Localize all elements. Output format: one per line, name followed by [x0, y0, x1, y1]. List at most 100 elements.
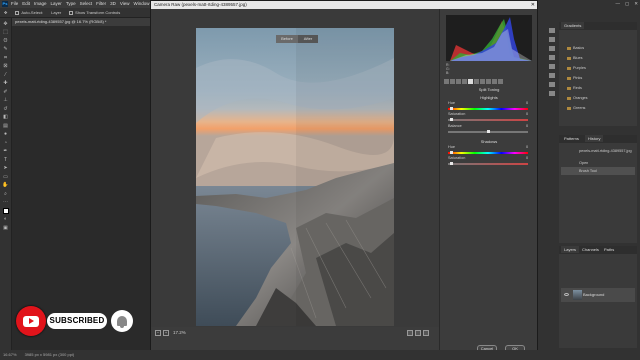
tab-channels[interactable]: Channels: [579, 246, 602, 253]
tab-paths[interactable]: Paths: [601, 246, 617, 253]
youtube-play-icon[interactable]: [16, 306, 46, 336]
slider-thumb[interactable]: [449, 151, 453, 154]
presets-icon[interactable]: [492, 79, 497, 84]
before-toggle[interactable]: Before: [276, 35, 298, 43]
hl-hue-value[interactable]: 0: [526, 101, 528, 105]
pen-tool-icon[interactable]: ✒: [2, 148, 10, 154]
lasso-tool-icon[interactable]: ʘ: [2, 38, 10, 44]
sh-sat-slider[interactable]: [448, 162, 528, 165]
close-icon[interactable]: ✕: [531, 1, 535, 9]
gradient-folder[interactable]: Reds: [567, 86, 582, 90]
crop-tool-icon[interactable]: ⌗: [2, 55, 10, 61]
panel-icon[interactable]: [549, 91, 555, 96]
balance-slider[interactable]: [448, 130, 528, 133]
basic-panel-icon[interactable]: [444, 79, 449, 84]
move-tool-icon[interactable]: ✥: [2, 21, 10, 27]
panel-icon[interactable]: [549, 28, 555, 33]
dodge-tool-icon[interactable]: ◔: [2, 140, 10, 146]
history-brush-tool-icon[interactable]: ↺: [2, 106, 10, 112]
blur-tool-icon[interactable]: ●: [2, 131, 10, 137]
subscribed-button[interactable]: SUBSCRIBED: [47, 313, 107, 329]
auto-select-checkbox[interactable]: Auto-Select:: [15, 8, 43, 17]
gradient-folder[interactable]: Blues: [567, 56, 583, 60]
history-state[interactable]: Open: [561, 159, 635, 167]
minimize-icon[interactable]: —: [615, 1, 620, 7]
balance-value[interactable]: 0: [526, 124, 528, 128]
close-icon[interactable]: ✕: [634, 1, 638, 7]
menu-edit[interactable]: Edit: [22, 0, 30, 8]
hsl-icon[interactable]: [462, 79, 467, 84]
lens-corrections-icon[interactable]: [474, 79, 479, 84]
panel-icon[interactable]: [549, 46, 555, 51]
gradient-folder[interactable]: Pinks: [567, 76, 582, 80]
slider-thumb[interactable]: [449, 107, 453, 110]
gradient-folder[interactable]: Basics: [567, 46, 584, 50]
slider-thumb[interactable]: [449, 118, 453, 121]
gradient-folder[interactable]: Purples: [567, 66, 586, 70]
clone-stamp-tool-icon[interactable]: ⊥: [2, 97, 10, 103]
zoom-tool-icon[interactable]: ⌕: [2, 191, 10, 197]
zoom-status[interactable]: 16.67%: [3, 350, 17, 360]
maximize-icon[interactable]: ▢: [625, 1, 629, 7]
type-tool-icon[interactable]: T: [2, 157, 10, 163]
menu-window[interactable]: Window: [134, 0, 150, 8]
zoom-out-icon[interactable]: −: [155, 330, 161, 336]
frame-tool-icon[interactable]: ⊠: [2, 63, 10, 69]
menu-file[interactable]: File: [11, 0, 18, 8]
quick-select-tool-icon[interactable]: ✎: [2, 46, 10, 52]
panel-icon[interactable]: [549, 37, 555, 42]
screen-mode-icon[interactable]: ▣: [2, 225, 10, 231]
sh-sat-value[interactable]: 0: [526, 156, 528, 160]
menu-filter[interactable]: Filter: [96, 0, 106, 8]
snapshots-icon[interactable]: [498, 79, 503, 84]
brush-tool-icon[interactable]: ✐: [2, 89, 10, 95]
bell-icon[interactable]: [111, 310, 133, 332]
gradient-folder[interactable]: Oranges: [567, 96, 588, 100]
hand-tool-icon[interactable]: ✋: [2, 182, 10, 188]
menu-view[interactable]: View: [120, 0, 130, 8]
zoom-value[interactable]: 17.2%: [173, 328, 186, 338]
before-after-icon[interactable]: [415, 330, 421, 336]
eye-icon[interactable]: [564, 293, 569, 296]
after-toggle[interactable]: After: [298, 35, 318, 43]
hl-sat-value[interactable]: 0: [526, 112, 528, 116]
calibration-icon[interactable]: [486, 79, 491, 84]
tab-history[interactable]: History: [585, 135, 604, 142]
quick-mask-icon[interactable]: ◐: [2, 216, 10, 222]
sh-hue-slider[interactable]: [448, 151, 528, 154]
tone-curve-icon[interactable]: [450, 79, 455, 84]
hl-sat-slider[interactable]: [448, 118, 528, 121]
tab-patterns[interactable]: Patterns: [561, 135, 582, 142]
detail-icon[interactable]: [456, 79, 461, 84]
slider-thumb[interactable]: [449, 162, 453, 165]
layer-row[interactable]: Background: [561, 288, 635, 302]
hl-hue-slider[interactable]: [448, 107, 528, 110]
sh-hue-value[interactable]: 0: [526, 145, 528, 149]
healing-brush-tool-icon[interactable]: ✚: [2, 80, 10, 86]
eraser-tool-icon[interactable]: ◧: [2, 114, 10, 120]
split-toning-icon[interactable]: [468, 79, 473, 84]
menu-type[interactable]: Type: [66, 0, 76, 8]
auto-select-dropdown[interactable]: Layer: [51, 8, 61, 17]
zoom-in-icon[interactable]: +: [163, 330, 169, 336]
gradient-folder[interactable]: Greens: [567, 106, 585, 110]
move-tool-icon[interactable]: ✥: [4, 8, 7, 17]
history-snapshot[interactable]: pexels-matt-rtding-4389557.jpg: [561, 147, 635, 155]
gradient-tool-icon[interactable]: ▤: [2, 123, 10, 129]
slider-thumb[interactable]: [486, 130, 490, 133]
panel-icon[interactable]: [549, 64, 555, 69]
rectangle-tool-icon[interactable]: ▭: [2, 174, 10, 180]
color-swatch-icon[interactable]: [2, 207, 10, 214]
tab-gradients[interactable]: Gradients: [561, 22, 585, 29]
more-tools-icon[interactable]: ⋯: [2, 199, 10, 205]
menu-select[interactable]: Select: [80, 0, 93, 8]
document-tab[interactable]: pexels-matt-rtding-4389557.jpg @ 16.7% (…: [12, 18, 150, 26]
swap-icon[interactable]: [423, 330, 429, 336]
menu-image[interactable]: Image: [34, 0, 47, 8]
panel-icon[interactable]: [549, 73, 555, 78]
menu-3d[interactable]: 3D: [110, 0, 116, 8]
effects-icon[interactable]: [480, 79, 485, 84]
panel-icon[interactable]: [549, 55, 555, 60]
path-selection-tool-icon[interactable]: ➤: [2, 165, 10, 171]
view-mode-icon[interactable]: [407, 330, 413, 336]
